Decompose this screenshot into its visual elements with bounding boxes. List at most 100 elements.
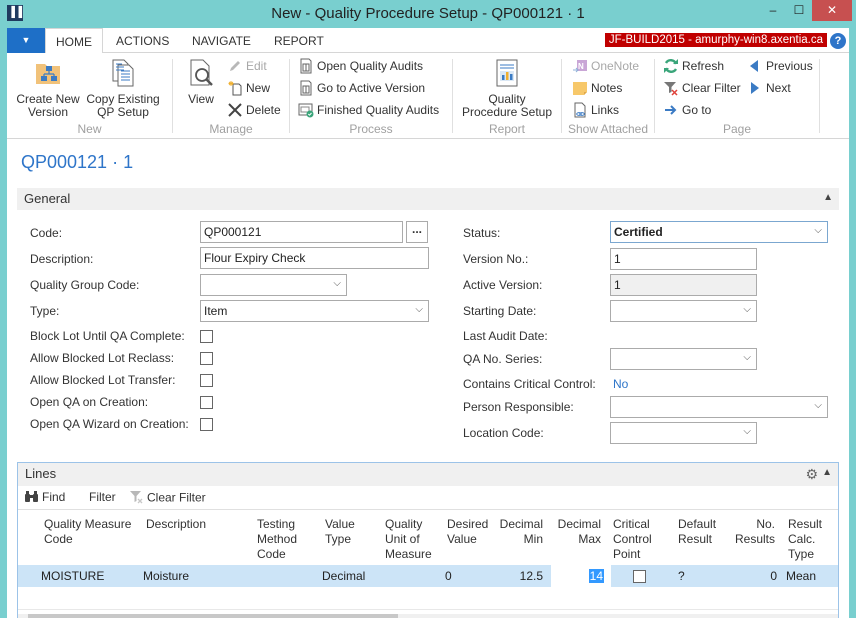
cell-value-type[interactable]: Decimal: [322, 569, 365, 583]
status-dropdown[interactable]: Certified ⌵: [610, 221, 828, 243]
finished-quality-audits-button[interactable]: Finished Quality Audits: [298, 100, 439, 120]
general-fasttab-header[interactable]: General ▲: [17, 188, 839, 210]
cell-desired-value[interactable]: 0: [445, 569, 452, 583]
code-field[interactable]: QP000121: [200, 221, 403, 243]
open-qa-on-creation-label: Open QA on Creation:: [30, 395, 149, 409]
allow-blocked-lot-transfer-checkbox[interactable]: [200, 374, 213, 387]
open-qa-on-creation-checkbox[interactable]: [200, 396, 213, 409]
chevron-down-icon: ⌵: [333, 278, 341, 289]
links-button[interactable]: Links: [572, 100, 619, 120]
ribbon-group-report-label: Report: [488, 122, 526, 136]
window-title: New - Quality Procedure Setup - QP000121…: [271, 5, 585, 22]
decimal-max-selected-value[interactable]: 14: [588, 569, 604, 583]
next-button[interactable]: Next: [747, 78, 791, 98]
column-header-critical-control-point[interactable]: Critical Control Point: [613, 517, 652, 562]
column-header-decimal-min[interactable]: Decimal Min: [496, 517, 543, 547]
cell-no-results[interactable]: 0: [732, 569, 777, 583]
previous-button[interactable]: Previous: [747, 56, 813, 76]
column-header-result-calc-type[interactable]: Result Calc. Type: [788, 517, 822, 562]
close-button[interactable]: ✕: [812, 0, 852, 21]
ribbon-tab-bar: ▼ HOME ACTIONS NAVIGATE REPORT JF-BUILD2…: [7, 28, 849, 54]
horizontal-scrollbar[interactable]: [18, 614, 838, 618]
help-icon[interactable]: ?: [830, 33, 846, 49]
code-assist-edit-button[interactable]: ...: [406, 221, 428, 243]
column-header-desired-value[interactable]: Desired Value: [447, 517, 488, 547]
create-new-version-button[interactable]: Create New Version: [13, 57, 83, 119]
allow-blocked-lot-reclass-label: Allow Blocked Lot Reclass:: [30, 351, 175, 365]
clear-filter-button[interactable]: Clear Filter: [663, 78, 741, 98]
column-header-quality-measure-code[interactable]: Quality Measure Code: [44, 517, 131, 547]
notes-button[interactable]: Notes: [572, 78, 622, 98]
column-header-no-results[interactable]: No. Results: [732, 517, 775, 547]
triangle-left-icon: [747, 58, 763, 74]
allow-blocked-lot-reclass-checkbox[interactable]: [200, 352, 213, 365]
create-new-version-label-2: Version: [27, 105, 69, 119]
chevron-down-icon: ⌵: [743, 304, 751, 315]
refresh-button[interactable]: Refresh: [663, 56, 724, 76]
cell-decimal-max[interactable]: 14: [554, 569, 604, 583]
collapse-chevron-up-icon[interactable]: ▲: [823, 192, 833, 203]
cell-default-result[interactable]: ?: [678, 569, 685, 583]
description-field[interactable]: Flour Expiry Check: [200, 247, 429, 269]
lines-header[interactable]: Lines ⚙ ▲: [18, 463, 838, 486]
block-lot-checkbox[interactable]: [200, 330, 213, 343]
go-to-button[interactable]: Go to: [663, 100, 711, 120]
qa-no-series-dropdown[interactable]: ⌵: [610, 348, 757, 370]
starting-date-dropdown[interactable]: ⌵: [610, 300, 757, 322]
person-responsible-dropdown[interactable]: ⌵: [610, 396, 828, 418]
tab-home[interactable]: HOME: [45, 28, 103, 54]
cell-result-calc-type[interactable]: Mean: [786, 569, 816, 583]
ribbon-group-new-label: New: [77, 122, 102, 136]
tab-navigate[interactable]: NAVIGATE: [182, 28, 261, 54]
gear-icon[interactable]: ⚙: [805, 466, 818, 483]
onenote-button[interactable]: N OneNote: [572, 56, 639, 76]
horizontal-scrollbar-thumb[interactable]: [28, 614, 398, 618]
cell-quality-measure-code[interactable]: MOISTURE: [41, 569, 104, 583]
column-header-description[interactable]: Description: [146, 517, 206, 532]
column-header-testing-method-code[interactable]: Testing Method Code: [257, 517, 297, 562]
quality-group-code-dropdown[interactable]: ⌵: [200, 274, 347, 296]
status-label: Status:: [463, 226, 501, 240]
minimize-button[interactable]: –: [760, 0, 786, 21]
quality-procedure-setup-report-button[interactable]: Quality Procedure Setup: [457, 57, 557, 119]
tab-actions[interactable]: ACTIONS: [106, 28, 179, 54]
copy-existing-qp-setup-button[interactable]: Copy Existing QP Setup: [85, 57, 161, 119]
table-row[interactable]: MOISTURE Moisture Decimal 0 12.5 14 ? 0 …: [18, 565, 838, 587]
go-to-label: Go to: [682, 103, 712, 117]
title-bar: ▐▐ New - Quality Procedure Setup - QP000…: [0, 0, 856, 28]
cell-description[interactable]: Moisture: [143, 569, 189, 583]
maximize-button[interactable]: ☐: [786, 0, 812, 21]
cell-critical-control-point-checkbox[interactable]: [633, 570, 646, 583]
allow-blocked-lot-transfer-label: Allow Blocked Lot Transfer:: [30, 373, 176, 387]
open-quality-audits-button[interactable]: Open Quality Audits: [298, 56, 423, 76]
type-dropdown[interactable]: Item ⌵: [200, 300, 429, 322]
clear-filter-label: Clear Filter: [147, 490, 206, 505]
chevron-down-icon: ⌵: [814, 225, 822, 236]
contains-critical-control-value[interactable]: No: [613, 377, 628, 391]
column-header-decimal-max[interactable]: Decimal Max: [554, 517, 601, 547]
tab-report[interactable]: REPORT: [264, 28, 334, 54]
cell-decimal-min[interactable]: 12.5: [496, 569, 543, 583]
location-code-dropdown[interactable]: ⌵: [610, 422, 757, 444]
links-label: Links: [591, 103, 620, 117]
delete-x-icon: [227, 102, 243, 118]
delete-button[interactable]: Delete: [227, 100, 281, 120]
collapse-chevron-up-icon[interactable]: ▲: [822, 467, 832, 478]
version-no-field[interactable]: 1: [610, 248, 757, 270]
edit-button[interactable]: Edit: [227, 56, 267, 76]
filter-button[interactable]: Filter: [89, 490, 116, 504]
code-label: Code:: [30, 226, 63, 240]
column-header-quality-unit-of-measure[interactable]: Quality Unit of Measure: [385, 517, 432, 562]
column-header-value-type[interactable]: Value Type: [325, 517, 355, 547]
column-header-default-result[interactable]: Default Result: [678, 517, 716, 547]
active-version-field: 1: [610, 274, 757, 296]
new-button[interactable]: New: [227, 78, 270, 98]
open-qa-wizard-checkbox[interactable]: [200, 418, 213, 431]
application-menu-button[interactable]: ▼: [7, 28, 45, 53]
view-button[interactable]: View: [183, 57, 219, 106]
lines-clear-filter-button[interactable]: Clear Filter: [129, 490, 206, 507]
svg-text:N: N: [578, 62, 584, 71]
pencil-icon: [227, 58, 243, 74]
go-to-active-version-button[interactable]: Go to Active Version: [298, 78, 425, 98]
find-button[interactable]: Find: [24, 490, 65, 506]
